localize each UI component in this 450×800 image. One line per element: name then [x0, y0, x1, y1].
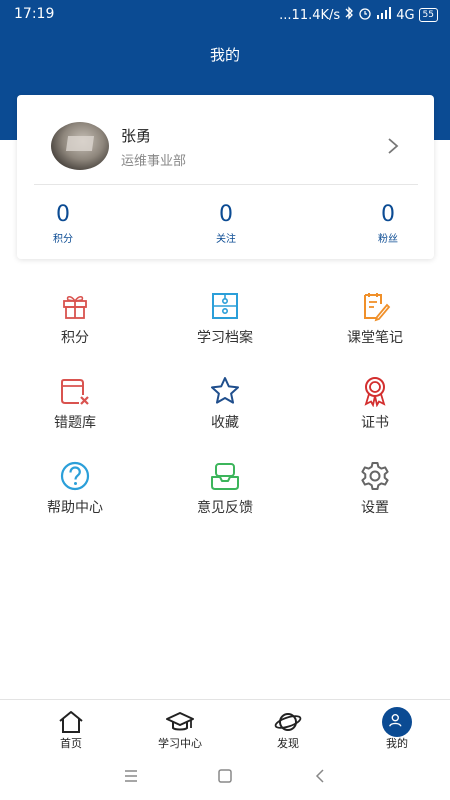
menu-item-settings[interactable]: 设置 [315, 460, 435, 530]
network-type: 4G [396, 7, 415, 23]
system-nav-bar [0, 752, 450, 800]
feedback-icon [211, 463, 239, 490]
stat-following-value: 0 [219, 202, 233, 227]
tab-label: 学习中心 [158, 737, 202, 750]
stat-followers-value: 0 [381, 202, 395, 227]
user-icon [389, 714, 402, 727]
stat-points[interactable]: 0 积分 [23, 202, 103, 245]
home-button-icon[interactable] [215, 766, 235, 786]
archive-icon [212, 293, 238, 319]
tab-bar: 首页 学习中心 发现 我的 [0, 699, 450, 752]
menu-item-label: 设置 [361, 500, 389, 516]
menu-item-wrong-questions[interactable]: 错题库 [15, 375, 135, 445]
stat-following[interactable]: 0 关注 [186, 202, 266, 245]
planet-icon [274, 713, 302, 731]
user-department: 运维事业部 [121, 154, 187, 169]
tab-label: 首页 [60, 737, 82, 750]
gear-icon [361, 462, 389, 490]
tab-learning-center[interactable]: 学习中心 [140, 700, 220, 753]
stat-followers-label: 粉丝 [378, 234, 398, 245]
stat-followers[interactable]: 0 粉丝 [348, 202, 428, 245]
menu-item-certificates[interactable]: 证书 [315, 375, 435, 445]
wrong-questions-icon [61, 379, 89, 405]
page-title: 我的 [209, 46, 240, 64]
menu-item-label: 收藏 [211, 415, 239, 431]
alarm-icon [358, 6, 372, 24]
bluetooth-icon [344, 6, 354, 24]
status-bar: 17:19 ...11.4K/s 4G 55 [0, 0, 450, 28]
stat-following-label: 关注 [216, 234, 236, 245]
tab-mine[interactable]: 我的 [357, 700, 437, 753]
stat-points-value: 0 [56, 202, 70, 227]
certificate-icon [364, 377, 386, 407]
graduation-cap-icon [166, 712, 194, 731]
menu-item-feedback[interactable]: 意见反馈 [165, 460, 285, 530]
profile-card[interactable]: 张勇 运维事业部 0 积分 0 关注 0 粉丝 [17, 95, 434, 259]
tab-discover[interactable]: 发现 [248, 700, 328, 753]
menu-item-help-center[interactable]: 帮助中心 [15, 460, 135, 530]
home-icon [59, 711, 83, 733]
net-speed: ...11.4K/s [279, 7, 341, 23]
divider [34, 184, 418, 185]
chevron-right-icon[interactable] [383, 135, 403, 157]
menu-item-points[interactable]: 积分 [15, 290, 135, 360]
help-icon [60, 461, 90, 491]
tab-label: 发现 [277, 737, 299, 750]
signal-icon [376, 7, 392, 23]
user-name: 张勇 [121, 127, 152, 145]
notes-icon [364, 293, 391, 322]
battery-icon: 55 [418, 8, 438, 22]
gift-icon [63, 295, 87, 319]
menu-item-learning-archive[interactable]: 学习档案 [165, 290, 285, 360]
menu-item-label: 积分 [61, 330, 89, 346]
menu-item-label: 证书 [361, 415, 389, 431]
menu-icon[interactable] [121, 766, 141, 786]
avatar[interactable] [51, 122, 109, 170]
menu-item-label: 课堂笔记 [347, 330, 403, 346]
menu-item-favorites[interactable]: 收藏 [165, 375, 285, 445]
back-icon[interactable] [310, 766, 330, 786]
tab-label: 我的 [386, 737, 408, 750]
menu-item-label: 错题库 [54, 415, 96, 431]
status-time: 17:19 [14, 6, 55, 22]
status-indicators: ...11.4K/s 4G 55 [279, 6, 438, 24]
stat-points-label: 积分 [53, 234, 73, 245]
menu-item-label: 帮助中心 [47, 500, 103, 516]
menu-item-label: 意见反馈 [197, 500, 253, 516]
menu-item-class-notes[interactable]: 课堂笔记 [315, 290, 435, 360]
menu-item-label: 学习档案 [197, 330, 253, 346]
star-icon [211, 377, 239, 404]
tab-home[interactable]: 首页 [31, 700, 111, 753]
